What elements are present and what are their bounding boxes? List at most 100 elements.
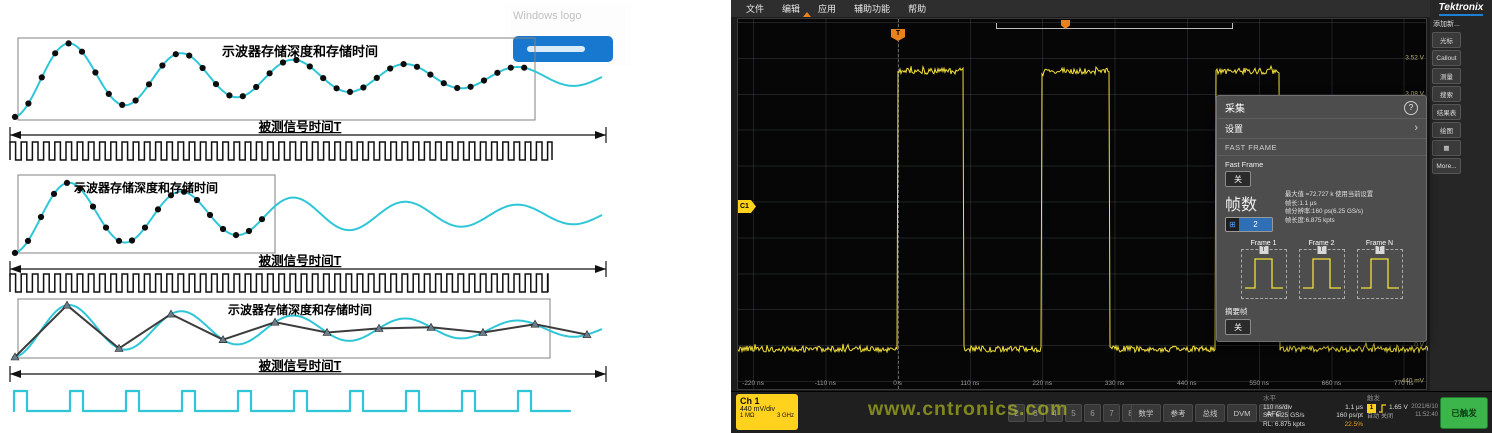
menu-item-文件[interactable]: 文件: [737, 2, 773, 15]
record-view-minimap[interactable]: [996, 23, 1233, 29]
x-tick: 110 ns: [960, 380, 979, 387]
panel-title: 采集: [1225, 100, 1245, 115]
tektronix-logo: Tektronix: [1430, 0, 1492, 13]
button-数学[interactable]: 数学: [1131, 404, 1161, 422]
chevron-right-icon: ›: [1414, 124, 1418, 133]
channel-button-6[interactable]: 6: [1084, 404, 1101, 422]
info-line: 帧长:1.1 μs: [1285, 200, 1373, 209]
keypad-icon[interactable]: ⊞: [1226, 218, 1239, 231]
trigger-position-line: [898, 19, 899, 389]
x-tick: 550 ns: [1249, 380, 1269, 387]
trigger-level: 1.65 V: [1389, 404, 1408, 413]
trigger-holdoff: 关闭: [1381, 413, 1393, 422]
frame-waveform-box: T: [1357, 249, 1403, 299]
x-tick: 330 ns: [1105, 380, 1125, 387]
channel-button-4[interactable]: 4: [1046, 404, 1063, 422]
x-tick: 220 ns: [1032, 380, 1052, 387]
info-line: 最大值 =72.727 k 使用当前设置: [1285, 191, 1373, 200]
resolution: 160 ps/pt: [1336, 412, 1363, 421]
trigger-title: 触发: [1367, 395, 1413, 404]
x-tick: 0 s: [893, 380, 902, 387]
horizontal-title: 水平: [1263, 395, 1363, 404]
memory-depth-diagram-panel: Windows logo 示波器存储深度和存储时间 被测信号时间T 示波器存储深…: [0, 0, 630, 433]
popup-text: Windows logo: [505, 4, 631, 22]
summary-frame-toggle[interactable]: 关: [1225, 319, 1251, 335]
record-length: RL: 6.875 kpts: [1263, 421, 1305, 430]
date-text: 2021/6/10: [1411, 404, 1438, 412]
info-line: 帧分辨率:160 ps(6.25 GS/s): [1285, 208, 1373, 217]
y-tick: 3.52 V: [1405, 55, 1424, 62]
bottom-bar: Ch 1 440 mV/div 1 MΩ 3 GHz 2345678 数学参考总…: [731, 391, 1492, 433]
frames-label: 帧数: [1225, 191, 1277, 215]
menu-item-应用[interactable]: 应用: [809, 2, 845, 15]
diagram-2-time-label: 被测信号时间T: [259, 253, 342, 268]
side-button-结果表[interactable]: 结果表: [1432, 104, 1461, 120]
frame-waveform-box: T: [1299, 249, 1345, 299]
diagram-3: 示波器存储深度和存储时间 被测信号时间T: [0, 295, 630, 433]
more-button[interactable]: More...: [1432, 158, 1461, 174]
fastframe-label: Fast Frame: [1225, 160, 1418, 169]
frame-trigger-flag-icon: T: [1375, 246, 1384, 254]
settings-row[interactable]: 设置 ›: [1217, 118, 1426, 139]
frame-cell: Frame 1T: [1241, 240, 1287, 299]
button-总线[interactable]: 总线: [1195, 404, 1225, 422]
oscilloscope-app: 文件编辑应用辅助功能帮助 Tektronix 添加新... 光标 Callout 测…: [731, 0, 1492, 433]
horizontal-position: 22.5%: [1345, 421, 1363, 430]
menu-item-辅助功能[interactable]: 辅助功能: [845, 2, 899, 15]
trigger-status-button[interactable]: 已触发: [1440, 397, 1488, 429]
help-icon[interactable]: ?: [1404, 101, 1418, 115]
channel1-bandwidth: 3 GHz: [777, 413, 794, 419]
trigger-source-chip: 1: [1367, 404, 1376, 413]
channel1-impedance: 1 MΩ: [740, 413, 755, 419]
frame-cell: Frame NT: [1357, 240, 1403, 299]
diagram-1-time-label: 被测信号时间T: [259, 119, 342, 134]
frame-trigger-flag-icon: T: [1259, 246, 1268, 254]
x-tick: -220 ns: [742, 380, 764, 387]
button-参考[interactable]: 参考: [1163, 404, 1193, 422]
channel-button-3[interactable]: 3: [1027, 404, 1044, 422]
fastframe-toggle[interactable]: 关: [1225, 171, 1251, 187]
side-button-Callout[interactable]: Callout: [1432, 50, 1461, 66]
side-button-绘图[interactable]: 绘图: [1432, 122, 1461, 138]
side-button-测量[interactable]: 测量: [1432, 68, 1461, 84]
time-span-arrow: 被测信号时间T: [10, 119, 606, 143]
frames-input[interactable]: ⊞ 2: [1225, 217, 1273, 232]
time-text: 11:52:40: [1411, 412, 1438, 420]
side-button-光标[interactable]: 光标: [1432, 32, 1461, 48]
frames-value: 2: [1239, 218, 1272, 231]
side-button-搜索[interactable]: 搜索: [1432, 86, 1461, 102]
diagram-1-title: 示波器存储深度和存储时间: [222, 44, 378, 59]
frame-cell: Frame 2T: [1299, 240, 1345, 299]
summary-frame-label: 摘要帧: [1225, 306, 1418, 317]
frame-trigger-flag-icon: T: [1317, 246, 1326, 254]
channel1-scale: 440 mV/div: [740, 406, 794, 413]
x-tick: 660 ns: [1322, 380, 1342, 387]
menu-caret-marker: [803, 12, 811, 17]
minimap-trigger-marker[interactable]: [1061, 20, 1070, 29]
menu-item-帮助[interactable]: 帮助: [899, 2, 935, 15]
trigger-badge[interactable]: 触发 1 1.65 V 自动 关闭: [1367, 395, 1413, 421]
menu-bar: 文件编辑应用辅助功能帮助: [731, 0, 1430, 17]
diagram-2-title: 示波器存储深度和存储时间: [73, 180, 218, 195]
channel-button-5[interactable]: 5: [1065, 404, 1082, 422]
plots-grid-icon-button[interactable]: ▦: [1432, 140, 1461, 156]
button-DVM[interactable]: DVM: [1227, 404, 1257, 422]
sample-rate: SR: 6.25 GS/s: [1263, 412, 1305, 421]
horizontal-badge[interactable]: 水平 110 ns/div 1.1 μs SR: 6.25 GS/s 160 p…: [1263, 395, 1363, 429]
frame-waveform-box: T: [1241, 249, 1287, 299]
frames-info-lines: 最大值 =72.727 k 使用当前设置帧长:1.1 μs帧分辨率:160 ps…: [1285, 191, 1373, 232]
diagram-3-svg: 示波器存储深度和存储时间 被测信号时间T: [0, 295, 630, 433]
channel-button-7[interactable]: 7: [1103, 404, 1120, 422]
horizontal-window: 1.1 μs: [1345, 404, 1363, 413]
add-new-label[interactable]: 添加新...: [1430, 18, 1492, 31]
frames-preview: Frame 1T Frame 2T Frame NT: [1217, 232, 1426, 299]
x-tick: -110 ns: [815, 380, 836, 387]
acquisition-panel: 采集 ? 设置 › FAST FRAME Fast Frame 关 帧数 ⊞ 2…: [1216, 95, 1427, 342]
info-line: 帧长度:6.875 kpts: [1285, 217, 1373, 226]
right-toolbar: Tektronix 添加新... 光标 Callout 测量搜索结果表绘图 ▦ More…: [1430, 0, 1492, 392]
channel1-badge[interactable]: Ch 1 440 mV/div 1 MΩ 3 GHz: [736, 394, 798, 430]
diagram-3-title: 示波器存储深度和存储时间: [227, 302, 372, 317]
fastframe-section-header: FAST FRAME: [1217, 139, 1426, 156]
settings-label: 设置: [1225, 122, 1243, 135]
channel-button-2[interactable]: 2: [1008, 404, 1025, 422]
